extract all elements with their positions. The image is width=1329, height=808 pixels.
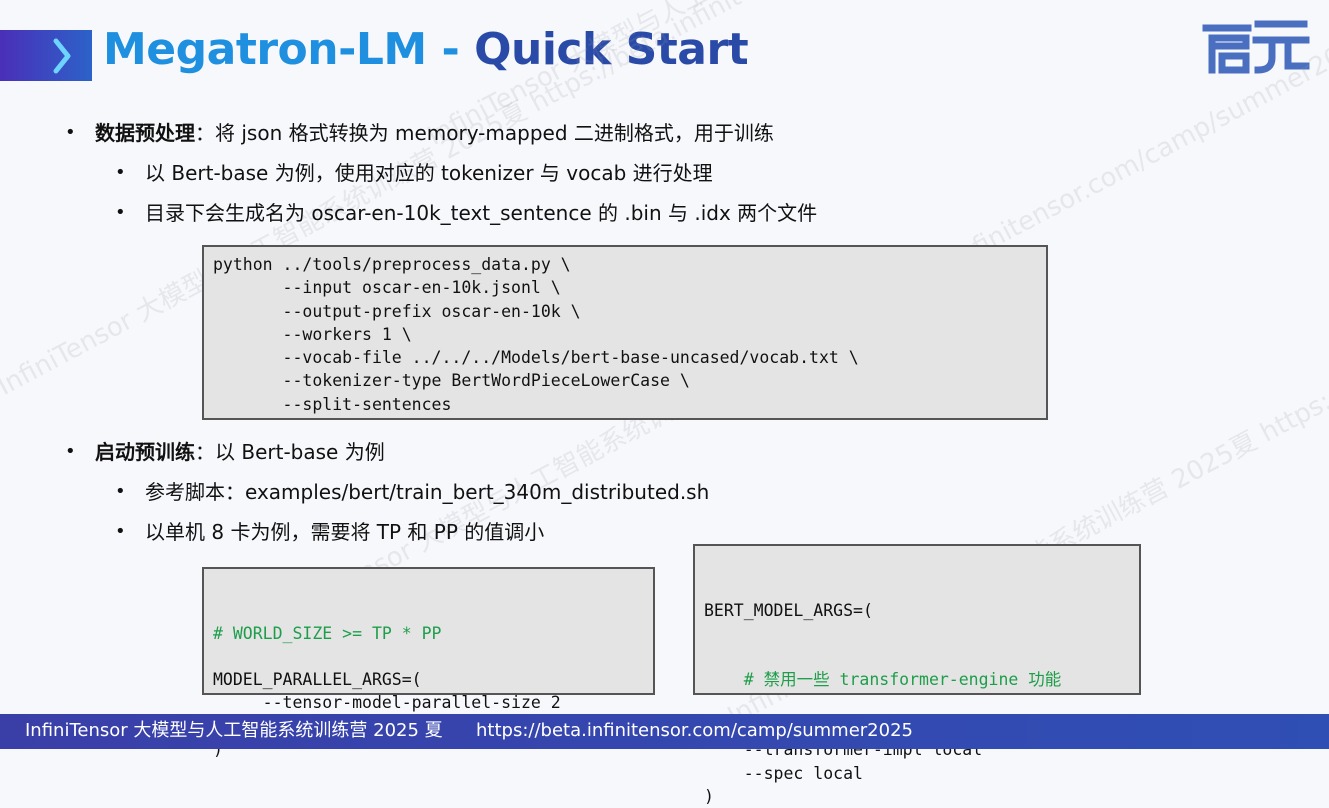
bullet-heading: 启动预训练: [95, 440, 195, 464]
code-line: ): [704, 786, 714, 806]
code-comment: # WORLD_SIZE >= TP * PP: [213, 623, 442, 643]
chevron-right-icon: [53, 38, 71, 74]
code-line: BERT_MODEL_ARGS=(: [704, 600, 873, 620]
footer-bar: InfiniTensor 大模型与人工智能系统训练营 2025 夏 https:…: [0, 714, 1329, 749]
code-block-parallel-args: # WORLD_SIZE >= TP * PP MODEL_PARALLEL_A…: [202, 567, 655, 759]
bullet-dot: •: [115, 202, 126, 223]
code-line: --input oscar-en-10k.jsonl \: [213, 278, 561, 298]
brand-logo: 启元: [1202, 20, 1310, 74]
bullet-preprocess: • 数据预处理：将 json 格式转换为 memory-mapped 二进制格式…: [65, 120, 774, 146]
footer-camp-name: InfiniTensor 大模型与人工智能系统训练营 2025 夏: [25, 720, 443, 741]
code-block-bert-args: BERT_MODEL_ARGS=( # 禁用一些 transformer-eng…: [693, 544, 1141, 806]
title-main: Megatron-LM -: [103, 24, 475, 75]
title-accent: Quick Start: [474, 24, 749, 75]
sub-bullet-tp-pp: • 以单机 8 卡为例，需要将 TP 和 PP 的值调小: [115, 519, 545, 545]
sub-bullet-output-files: • 目录下会生成名为 oscar-en-10k_text_sentence 的 …: [115, 200, 818, 226]
bullet-dot: •: [115, 481, 126, 502]
slide-title: Megatron-LM - Quick Start: [103, 24, 749, 75]
bullet-dot: •: [65, 122, 76, 143]
bullet-text: 以 Bert-base 为例，使用对应的 tokenizer 与 vocab 进…: [145, 161, 713, 185]
bullet-dot: •: [65, 441, 76, 462]
footer-url[interactable]: https://beta.infinitensor.com/camp/summe…: [476, 714, 913, 747]
bullet-dot: •: [115, 162, 126, 183]
code-line: --split-sentences: [213, 394, 452, 414]
sub-bullet-bert-tokenizer: • 以 Bert-base 为例，使用对应的 tokenizer 与 vocab…: [115, 160, 713, 186]
code-line: --tensor-model-parallel-size 2: [213, 693, 561, 713]
code-line: --spec local: [704, 763, 863, 783]
code-line: --vocab-file ../../../Models/bert-base-u…: [213, 348, 859, 368]
bullet-dot: •: [115, 521, 126, 542]
bullet-text: ：将 json 格式转换为 memory-mapped 二进制格式，用于训练: [195, 121, 774, 145]
bullet-pretrain: • 启动预训练：以 Bert-base 为例: [65, 439, 385, 465]
bullet-heading: 数据预处理: [95, 121, 195, 145]
code-line: --tokenizer-type BertWordPieceLowerCase …: [213, 371, 690, 391]
code-block-preprocess: python ../tools/preprocess_data.py \ --i…: [202, 245, 1048, 420]
bullet-text: ：以 Bert-base 为例: [195, 440, 385, 464]
code-line: MODEL_PARALLEL_ARGS=(: [213, 670, 422, 690]
title-accent-bar: [0, 30, 92, 81]
code-line: --output-prefix oscar-en-10k \: [213, 301, 581, 321]
code-line: --workers 1 \: [213, 324, 412, 344]
bullet-text: 以单机 8 卡为例，需要将 TP 和 PP 的值调小: [145, 520, 545, 544]
sub-bullet-script: • 参考脚本：examples/bert/train_bert_340m_dis…: [115, 479, 710, 505]
bullet-text: 参考脚本：examples/bert/train_bert_340m_distr…: [145, 480, 710, 504]
code-comment: # 禁用一些 transformer-engine 功能: [704, 670, 1062, 690]
bullet-text: 目录下会生成名为 oscar-en-10k_text_sentence 的 .b…: [145, 201, 818, 225]
code-line: python ../tools/preprocess_data.py \: [213, 255, 571, 274]
